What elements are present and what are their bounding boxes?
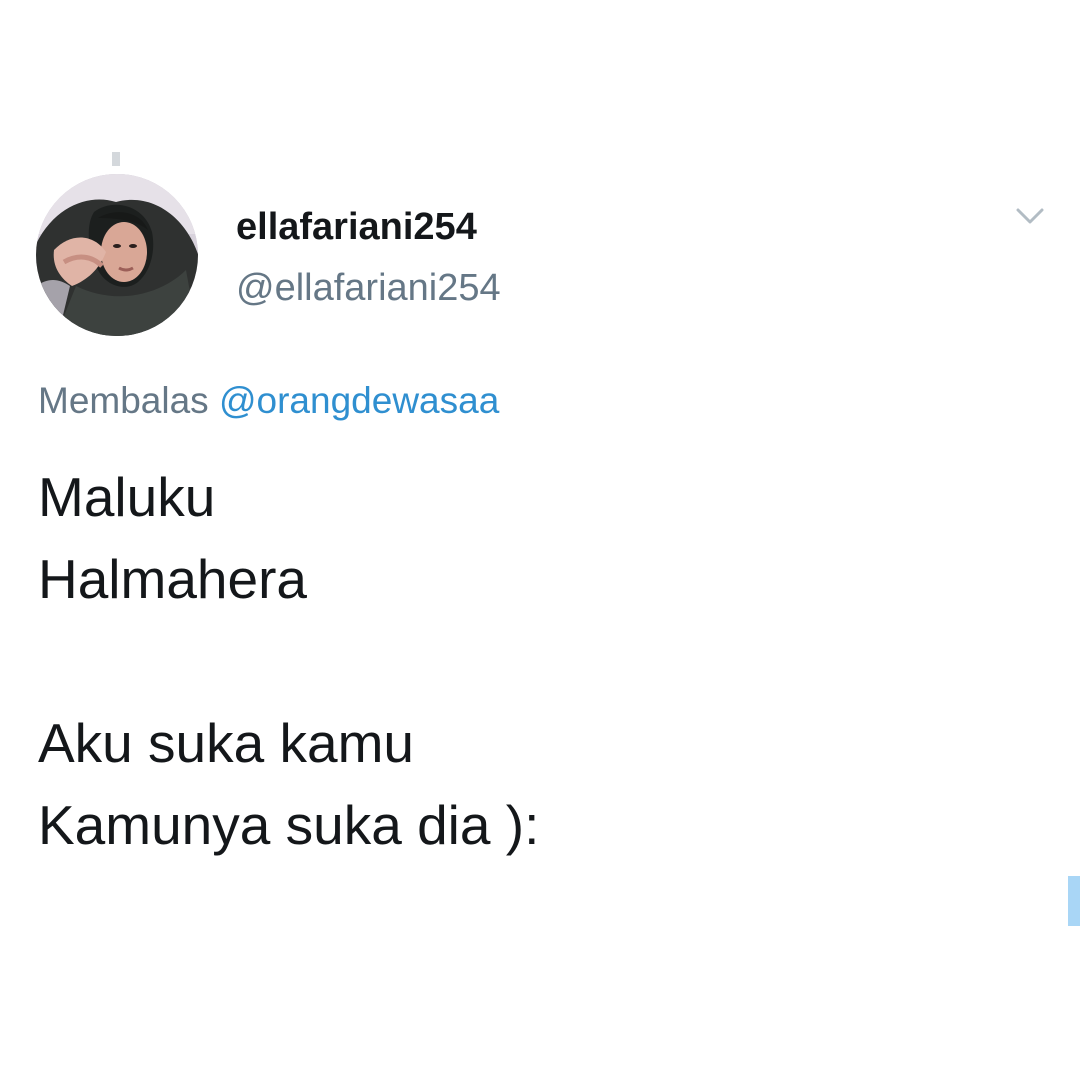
avatar-image [36, 174, 198, 336]
tweet-line [38, 620, 539, 702]
avatar[interactable] [36, 174, 198, 336]
blue-scroll-indicator [1068, 876, 1080, 926]
tweet-line: Aku suka kamu [38, 712, 415, 774]
top-divider-tick [112, 152, 120, 166]
tweet-line: Kamunya suka dia ): [38, 794, 540, 856]
user-handle[interactable]: @ellafariani254 [236, 264, 501, 312]
reply-label: Membalas [38, 380, 209, 421]
reply-mention-link[interactable]: @orangdewasaa [219, 380, 499, 421]
tweet-line: Maluku [38, 466, 216, 528]
tweet-line: Halmahera [38, 548, 308, 610]
display-name[interactable]: ellafariani254 [236, 203, 477, 251]
chevron-down-icon[interactable] [1010, 202, 1050, 232]
tweet-text: Maluku Halmahera Aku suka kamu Kamunya s… [38, 456, 539, 866]
tweet-card: ellafariani254 @ellafariani254 Membalas … [0, 0, 1080, 1080]
reply-context: Membalas @orangdewasaa [38, 376, 499, 426]
